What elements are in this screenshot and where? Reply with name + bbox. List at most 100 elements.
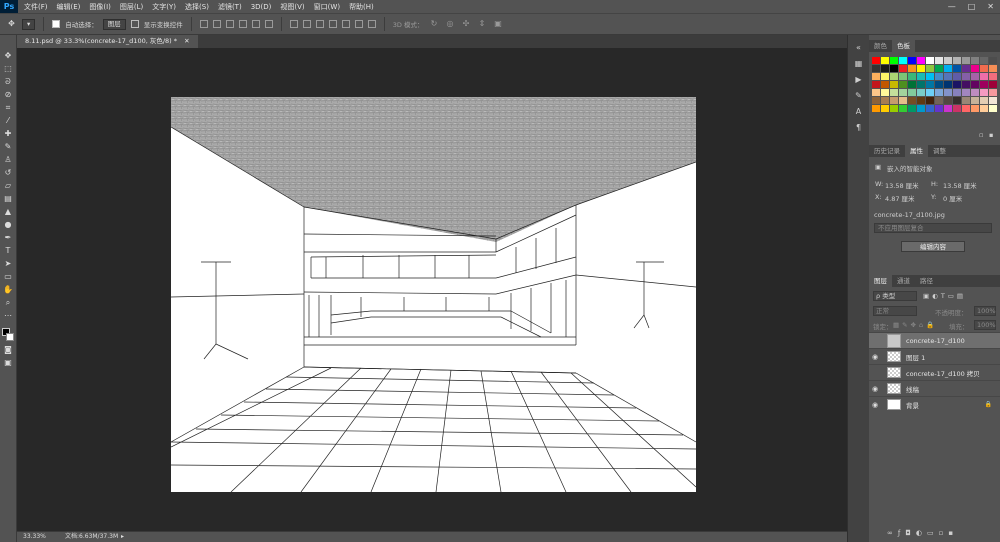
x-field[interactable]: 4.87 厘米 bbox=[885, 193, 915, 203]
distribute-left-icon[interactable] bbox=[328, 20, 337, 28]
eye-icon[interactable]: ◉ bbox=[869, 353, 881, 361]
layer-row[interactable]: concrete-17_d100 bbox=[869, 332, 1000, 348]
swatch[interactable] bbox=[953, 105, 961, 112]
swatch[interactable] bbox=[935, 97, 943, 104]
align-left-icon[interactable] bbox=[238, 20, 247, 28]
swatch[interactable] bbox=[908, 57, 916, 64]
swatch[interactable] bbox=[971, 97, 979, 104]
swatch[interactable] bbox=[872, 57, 880, 64]
swatch[interactable] bbox=[989, 97, 997, 104]
link-layers-icon[interactable]: ∞ bbox=[887, 529, 898, 537]
menu-view[interactable]: 视图(V) bbox=[280, 2, 304, 12]
zoom-level[interactable]: 33.33% bbox=[23, 532, 46, 542]
swatch[interactable] bbox=[890, 97, 898, 104]
pen-tool-icon[interactable]: ✒ bbox=[3, 233, 14, 243]
distribute-top-icon[interactable] bbox=[289, 20, 298, 28]
swatch[interactable] bbox=[908, 65, 916, 72]
swatch[interactable] bbox=[917, 105, 925, 112]
swatch[interactable] bbox=[917, 65, 925, 72]
lock-icons[interactable]: ▦✎✥⌂🔒 bbox=[893, 321, 937, 329]
tab-channels[interactable]: 通道 bbox=[892, 275, 915, 287]
zoom-tool-icon[interactable]: ⌕ bbox=[3, 298, 14, 308]
swatch[interactable] bbox=[890, 89, 898, 96]
delete-swatch-icon[interactable]: ▪ bbox=[989, 131, 993, 139]
swatch[interactable] bbox=[890, 73, 898, 80]
swatch[interactable] bbox=[980, 65, 988, 72]
gradient-tool-icon[interactable]: ▤ bbox=[3, 194, 14, 204]
y-field[interactable]: 0 厘米 bbox=[943, 193, 962, 203]
swatch[interactable] bbox=[980, 97, 988, 104]
swatch[interactable] bbox=[872, 97, 880, 104]
swatch[interactable] bbox=[971, 57, 979, 64]
history-icon[interactable]: ▦ bbox=[854, 59, 864, 69]
close-button[interactable]: ✕ bbox=[987, 2, 994, 11]
swatch[interactable] bbox=[980, 81, 988, 88]
brush-tool-icon[interactable]: ✎ bbox=[3, 142, 14, 152]
path-select-tool-icon[interactable]: ➤ bbox=[3, 259, 14, 269]
document-canvas[interactable] bbox=[170, 97, 697, 493]
3d-drag-icon[interactable]: ✣ bbox=[460, 19, 471, 29]
height-field[interactable]: 13.58 厘米 bbox=[943, 180, 977, 190]
move-tool-icon[interactable]: ✥ bbox=[6, 19, 17, 29]
swatch[interactable] bbox=[872, 81, 880, 88]
swatch[interactable] bbox=[944, 73, 952, 80]
tool-preset-picker[interactable]: ▾ bbox=[22, 18, 36, 30]
swatch[interactable] bbox=[926, 73, 934, 80]
swatch[interactable] bbox=[989, 65, 997, 72]
edit-contents-button[interactable]: 编辑内容 bbox=[901, 241, 965, 252]
new-layer-icon[interactable]: ▫ bbox=[939, 529, 949, 537]
type-tool-icon[interactable]: T bbox=[3, 246, 14, 256]
history-brush-tool-icon[interactable]: ↺ bbox=[3, 168, 14, 178]
quick-select-tool-icon[interactable]: ⊘ bbox=[3, 90, 14, 100]
swatch[interactable] bbox=[980, 57, 988, 64]
blend-mode-dropdown[interactable]: 正常 bbox=[873, 306, 917, 316]
swatch[interactable] bbox=[962, 57, 970, 64]
swatch[interactable] bbox=[908, 73, 916, 80]
menu-filter[interactable]: 滤镜(T) bbox=[218, 2, 242, 12]
actions-icon[interactable]: ▶ bbox=[854, 75, 864, 85]
shape-tool-icon[interactable]: ▭ bbox=[3, 272, 14, 282]
adjustment-layer-icon[interactable]: ◐ bbox=[916, 529, 927, 537]
swatch[interactable] bbox=[980, 105, 988, 112]
swatch[interactable] bbox=[881, 65, 889, 72]
swatch[interactable] bbox=[980, 89, 988, 96]
swatch[interactable] bbox=[881, 57, 889, 64]
swatch[interactable] bbox=[881, 105, 889, 112]
swatch[interactable] bbox=[926, 57, 934, 64]
swatch[interactable] bbox=[944, 57, 952, 64]
swatch[interactable] bbox=[881, 89, 889, 96]
eye-icon[interactable]: ◉ bbox=[869, 385, 881, 393]
swatch[interactable] bbox=[962, 73, 970, 80]
add-mask-icon[interactable]: ◘ bbox=[905, 529, 916, 537]
layer-name[interactable]: 线稿 bbox=[906, 384, 919, 394]
move-tool-icon[interactable]: ✥ bbox=[3, 51, 14, 61]
delete-layer-icon[interactable]: ▪ bbox=[948, 529, 958, 537]
swatch[interactable] bbox=[935, 89, 943, 96]
swatch[interactable] bbox=[962, 105, 970, 112]
maximize-button[interactable]: □ bbox=[968, 2, 976, 11]
distribute-vcenter-icon[interactable] bbox=[302, 20, 311, 28]
swatch[interactable] bbox=[980, 73, 988, 80]
width-field[interactable]: 13.58 厘米 bbox=[885, 180, 919, 190]
swatch[interactable] bbox=[872, 73, 880, 80]
swatch[interactable] bbox=[971, 105, 979, 112]
3d-roll-icon[interactable]: ◎ bbox=[444, 19, 455, 29]
swatch[interactable] bbox=[890, 81, 898, 88]
swatch[interactable] bbox=[881, 97, 889, 104]
swatch[interactable] bbox=[908, 97, 916, 104]
swatch[interactable] bbox=[953, 57, 961, 64]
layer-name[interactable]: concrete-17_d100 拷贝 bbox=[906, 368, 980, 378]
swatch[interactable] bbox=[899, 89, 907, 96]
new-swatch-icon[interactable]: ▫ bbox=[979, 131, 983, 139]
brush-panel-icon[interactable]: ✎ bbox=[854, 91, 864, 101]
menu-edit[interactable]: 编辑(E) bbox=[57, 2, 81, 12]
swatch[interactable] bbox=[935, 105, 943, 112]
swatch[interactable] bbox=[953, 65, 961, 72]
swatch[interactable] bbox=[917, 81, 925, 88]
3d-slide-icon[interactable]: ⇕ bbox=[476, 19, 487, 29]
swatch[interactable] bbox=[971, 89, 979, 96]
layer-filter-dropdown[interactable]: ρ 类型 bbox=[873, 291, 917, 301]
swatch[interactable] bbox=[953, 73, 961, 80]
auto-select-target-dropdown[interactable]: 图层 bbox=[102, 18, 126, 30]
document-info[interactable]: 文档:6.63M/37.3M bbox=[65, 532, 118, 542]
